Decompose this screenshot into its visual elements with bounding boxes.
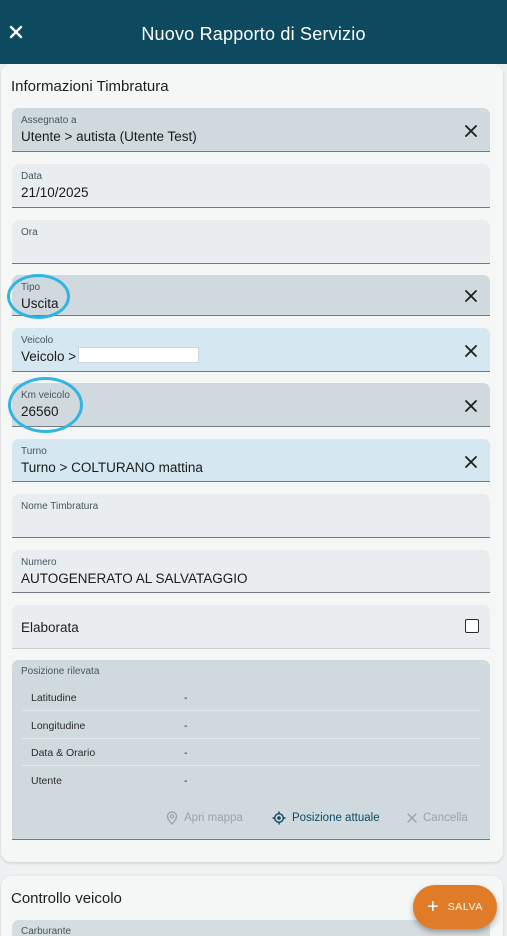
assegnato-label: Assegnato a bbox=[21, 115, 77, 126]
posizione-attuale-label: Posizione attuale bbox=[292, 812, 380, 824]
numero-value: AUTOGENERATO AL SALVATAGGIO bbox=[21, 571, 248, 586]
data-field[interactable]: Data 21/10/2025 bbox=[12, 164, 490, 208]
my-location-icon bbox=[272, 811, 286, 825]
elaborata-label: Elaborata bbox=[21, 620, 79, 635]
close-icon bbox=[407, 813, 417, 823]
apri-mappa-button[interactable]: Apri mappa bbox=[166, 810, 243, 826]
app-header: Nuovo Rapporto di Servizio bbox=[0, 0, 507, 64]
carburante-label: Carburante bbox=[21, 926, 72, 936]
data-orario-value: - bbox=[184, 747, 188, 759]
elaborata-checkbox[interactable] bbox=[465, 619, 479, 633]
tipo-label: Tipo bbox=[21, 282, 41, 293]
tipo-field[interactable]: Tipo Uscita bbox=[12, 275, 490, 316]
plus-icon: + bbox=[427, 896, 439, 918]
posizione-attuale-button[interactable]: Posizione attuale bbox=[272, 810, 380, 826]
cancella-label: Cancella bbox=[423, 812, 468, 824]
data-orario-key: Data & Orario bbox=[31, 747, 96, 759]
ora-label: Ora bbox=[21, 227, 38, 238]
posizione-row-utente: Utente - bbox=[22, 767, 480, 794]
numero-label: Numero bbox=[21, 557, 57, 568]
veicolo-value: Veicolo > bbox=[21, 349, 77, 364]
clear-turno-icon[interactable] bbox=[464, 455, 478, 469]
cancella-button[interactable]: Cancella bbox=[407, 810, 468, 826]
elaborata-row[interactable]: Elaborata bbox=[12, 605, 490, 649]
km-veicolo-field[interactable]: Km veicolo 26560 bbox=[12, 383, 490, 427]
posizione-row-longitudine: Longitudine - bbox=[22, 712, 480, 739]
longitudine-key: Longitudine bbox=[31, 720, 86, 732]
section-title-controllo-veicolo: Controllo veicolo bbox=[11, 890, 122, 907]
map-pin-icon bbox=[166, 811, 178, 825]
ora-field[interactable]: Ora bbox=[12, 220, 490, 264]
section-title-timbratura: Informazioni Timbratura bbox=[11, 78, 169, 95]
km-veicolo-value: 26560 bbox=[21, 404, 59, 419]
utente-key: Utente bbox=[31, 775, 62, 787]
salva-button[interactable]: + SALVA bbox=[413, 885, 497, 929]
assegnato-field[interactable]: Assegnato a Utente > autista (Utente Tes… bbox=[12, 108, 490, 152]
numero-field[interactable]: Numero AUTOGENERATO AL SALVATAGGIO bbox=[12, 550, 490, 593]
latitudine-value: - bbox=[184, 692, 188, 704]
clear-km-icon[interactable] bbox=[464, 399, 478, 413]
nome-timbratura-field[interactable]: Nome Timbratura bbox=[12, 494, 490, 538]
apri-mappa-label: Apri mappa bbox=[184, 812, 243, 824]
data-value: 21/10/2025 bbox=[21, 185, 89, 200]
turno-label: Turno bbox=[21, 446, 47, 457]
veicolo-redacted-box bbox=[78, 347, 199, 363]
km-veicolo-label: Km veicolo bbox=[21, 390, 70, 401]
latitudine-key: Latitudine bbox=[31, 692, 77, 704]
longitudine-value: - bbox=[184, 720, 188, 732]
assegnato-value: Utente > autista (Utente Test) bbox=[21, 129, 197, 144]
clear-tipo-icon[interactable] bbox=[464, 289, 478, 303]
posizione-row-latitudine: Latitudine - bbox=[22, 684, 480, 711]
veicolo-label: Veicolo bbox=[21, 335, 54, 346]
veicolo-field[interactable]: Veicolo Veicolo > bbox=[12, 328, 490, 372]
tipo-value: Uscita bbox=[21, 296, 59, 311]
utente-value: - bbox=[184, 775, 188, 787]
clear-veicolo-icon[interactable] bbox=[464, 344, 478, 358]
clear-assegnato-icon[interactable] bbox=[464, 124, 478, 138]
posizione-row-data-orario: Data & Orario - bbox=[22, 739, 480, 766]
posizione-rilevata-panel: Posizione rilevata Latitudine - Longitud… bbox=[12, 660, 490, 840]
nome-timbratura-label: Nome Timbratura bbox=[21, 501, 99, 512]
salva-label: SALVA bbox=[447, 901, 483, 913]
data-label: Data bbox=[21, 171, 43, 182]
page-title: Nuovo Rapporto di Servizio bbox=[141, 24, 366, 44]
turno-field[interactable]: Turno Turno > COLTURANO mattina bbox=[12, 439, 490, 482]
posizione-label: Posizione rilevata bbox=[21, 666, 100, 677]
turno-value: Turno > COLTURANO mattina bbox=[21, 460, 203, 475]
